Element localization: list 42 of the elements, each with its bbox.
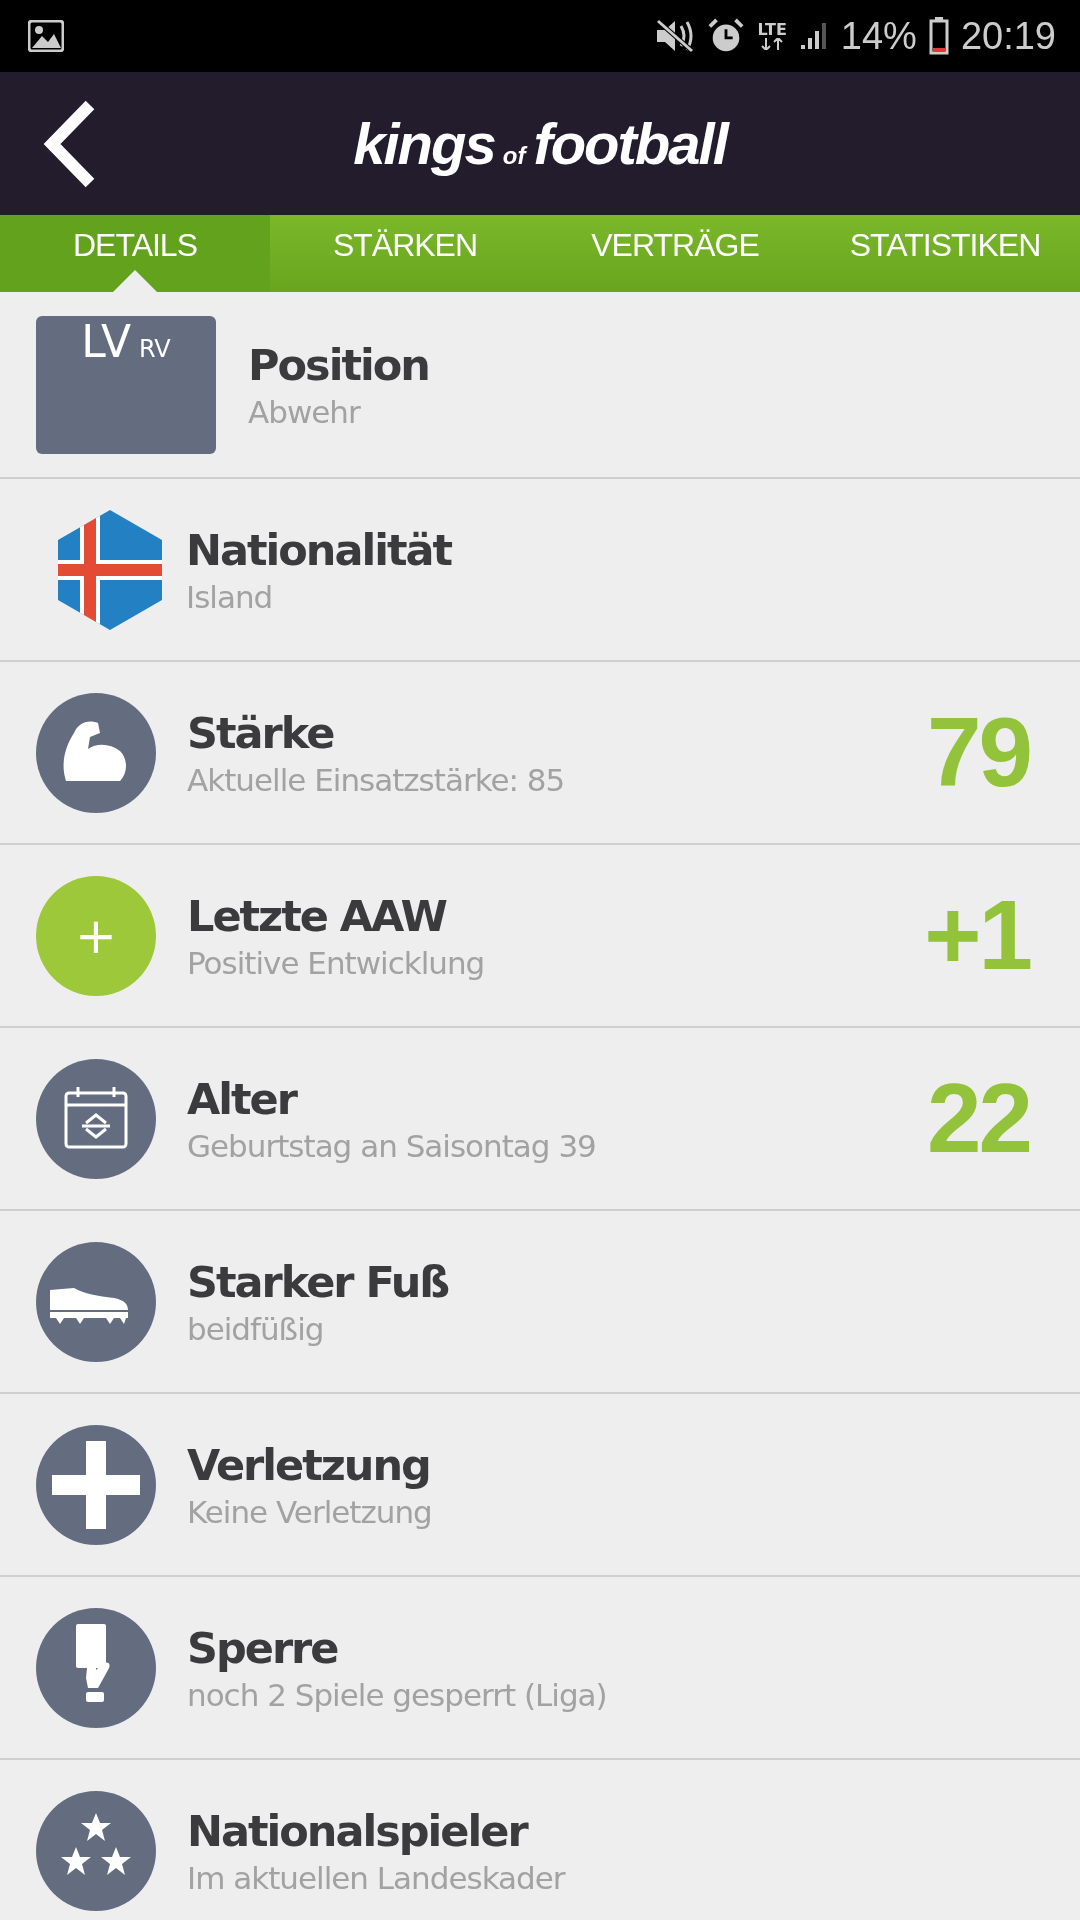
clock: 20:19	[960, 14, 1056, 58]
row-title: Alter	[187, 1073, 298, 1124]
mute-icon	[655, 18, 696, 54]
row-title: Letzte AAW	[187, 890, 448, 941]
calendar-icon	[36, 1058, 156, 1179]
row-title: Verletzung	[187, 1439, 431, 1490]
muscle-icon	[36, 692, 156, 813]
app-logo: kings of football	[353, 110, 727, 177]
battery-percent: 14%	[840, 14, 917, 58]
tab[interactable]: STATISTIKEN	[810, 215, 1080, 292]
row-title: Nationalität	[186, 524, 453, 575]
row-subtitle: Island	[186, 578, 274, 615]
tab[interactable]: DETAILS	[0, 215, 270, 292]
row-subtitle: noch 2 Spiele gesperrt (Liga)	[187, 1676, 608, 1713]
stars-icon	[36, 1790, 156, 1911]
row-value: 79	[927, 696, 1030, 809]
row-title: Position	[248, 339, 430, 390]
row-title: Starker Fuß	[187, 1256, 450, 1307]
tab[interactable]: VERTRÄGE	[540, 215, 810, 292]
row-subtitle: beidfüßig	[187, 1310, 325, 1347]
row-value: 22	[927, 1062, 1030, 1175]
row-subtitle: Aktuelle Einsatzstärke: 85	[187, 761, 566, 798]
network-type: LTE	[757, 22, 787, 38]
row-subtitle: Positive Entwicklung	[187, 944, 486, 981]
battery-icon	[928, 17, 949, 55]
boot-icon	[36, 1241, 156, 1362]
image-icon	[28, 20, 64, 52]
row-subtitle: Keine Verletzung	[187, 1493, 433, 1530]
row-value: +1	[924, 879, 1030, 992]
row-title: Nationalspieler	[187, 1805, 529, 1856]
row-subtitle: Abwehr	[248, 393, 362, 430]
row-subtitle: Geburtstag an Saisontag 39	[187, 1127, 597, 1164]
signal-icon	[798, 21, 829, 51]
tab[interactable]: STÄRKEN	[270, 215, 540, 292]
row-subtitle: Im aktuellen Landeskader	[187, 1859, 567, 1896]
hand-card-icon	[36, 1607, 156, 1728]
medical-cross-icon	[36, 1424, 156, 1545]
trend-badge: +	[36, 875, 156, 996]
position-badge: LV RV	[36, 315, 216, 454]
data-arrows-icon	[760, 38, 785, 50]
row-title: Sperre	[187, 1622, 339, 1673]
row-title: Stärke	[187, 707, 335, 758]
